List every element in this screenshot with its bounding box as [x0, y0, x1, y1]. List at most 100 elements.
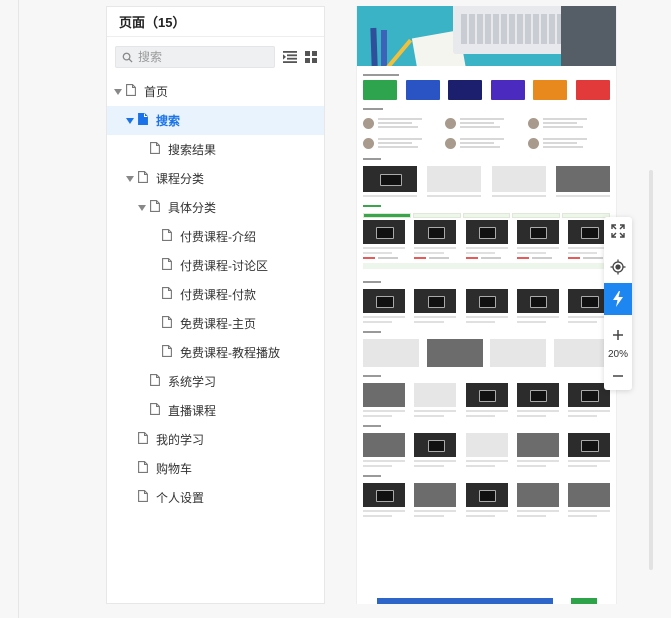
page-icon — [162, 345, 180, 360]
preview-latest-section — [357, 273, 616, 323]
zoom-out-button[interactable] — [604, 365, 632, 387]
collapse-all-button[interactable] — [283, 48, 297, 66]
lightning-icon — [613, 291, 623, 307]
list-indent-icon — [283, 51, 297, 63]
preview-course-card — [363, 220, 405, 259]
preview-teacher-card — [527, 116, 610, 130]
grid-view-button[interactable] — [305, 48, 317, 66]
tree-item-label: 购物车 — [156, 462, 193, 476]
page-icon — [150, 403, 168, 418]
preview-picked-section — [357, 367, 616, 417]
zoom-toolbar: 20% — [604, 217, 632, 390]
tree-item-label: 我的学习 — [156, 433, 205, 447]
tree-item[interactable]: 免费课程-主页 — [107, 309, 324, 338]
canvas-preview[interactable] — [356, 6, 617, 604]
preview-course-card — [414, 383, 457, 417]
preview-course-card — [465, 289, 508, 323]
tree-item[interactable]: 我的学习 — [107, 425, 324, 454]
pages-panel-title: 页面（15） — [107, 7, 324, 37]
preview-course-card — [414, 289, 457, 323]
page-icon — [126, 84, 144, 99]
preview-teacher-card — [445, 136, 527, 150]
preview-course-card — [465, 220, 508, 259]
expand-arrow-icon[interactable] — [125, 174, 135, 184]
zoom-level: 20% — [607, 349, 628, 360]
search-icon — [122, 52, 133, 63]
tree-item[interactable]: 付费课程-讨论区 — [107, 251, 324, 280]
preview-teacher-card — [363, 136, 445, 150]
preview-hero-banner — [357, 6, 616, 66]
preview-course-card — [516, 433, 559, 467]
page-icon — [162, 316, 180, 331]
search-input[interactable] — [138, 50, 258, 64]
tree-item[interactable]: 具体分类 — [107, 193, 324, 222]
tree-item[interactable]: 付费课程-介绍 — [107, 222, 324, 251]
tree-item[interactable]: 购物车 — [107, 454, 324, 483]
preview-teacher-section — [357, 100, 616, 150]
tree-item-label: 具体分类 — [168, 201, 217, 215]
page-icon — [138, 461, 156, 476]
preview-course-card — [516, 483, 559, 517]
preview-category-tile — [448, 80, 483, 100]
preview-course-card — [363, 289, 405, 323]
search-box[interactable] — [115, 46, 275, 68]
tree-item-label: 直播课程 — [168, 404, 217, 418]
pages-panel: 页面（15） 首页搜索搜索结果课程分类具体分类付费课程-介绍付费课程-讨论区付费… — [106, 6, 325, 604]
tree-item[interactable]: 系统学习 — [107, 367, 324, 396]
tree-item[interactable]: 课程分类 — [107, 164, 324, 193]
preview-footer-bar — [377, 598, 553, 604]
expand-arrow-icon[interactable] — [125, 116, 135, 126]
tree-item[interactable]: 直播课程 — [107, 396, 324, 425]
page-icon — [162, 258, 180, 273]
tree-item[interactable]: 个人设置 — [107, 483, 324, 512]
preview-series-section — [357, 323, 616, 367]
page-icon — [162, 229, 180, 244]
locate-button[interactable] — [604, 253, 632, 281]
fit-screen-icon — [611, 224, 625, 238]
tree-item-label: 搜索结果 — [168, 143, 217, 157]
preview-course-card — [465, 483, 508, 517]
tree-item-label: 课程分类 — [156, 172, 205, 186]
preview-course-card — [363, 383, 405, 417]
fit-screen-button[interactable] — [604, 217, 632, 245]
preview-course-section — [357, 197, 616, 269]
tree-item-label: 首页 — [144, 85, 169, 99]
tree-item-label: 付费课程-介绍 — [180, 230, 256, 244]
tree-item-label: 搜索 — [156, 114, 181, 128]
preview-new-section — [357, 417, 616, 467]
tree-item[interactable]: 付费课程-付款 — [107, 280, 324, 309]
page-icon — [162, 287, 180, 302]
preview-course-card — [414, 433, 457, 467]
locate-icon — [610, 259, 626, 275]
preview-course-card — [465, 433, 508, 467]
page-icon — [138, 171, 156, 186]
preview-free-section — [357, 467, 616, 517]
preview-course-card — [363, 483, 405, 517]
zoom-in-icon — [613, 330, 623, 340]
preview-course-card — [414, 483, 457, 517]
tree-item[interactable]: 免费课程-教程播放 — [107, 338, 324, 367]
page-icon — [138, 432, 156, 447]
zoom-in-button[interactable] — [604, 325, 632, 345]
expand-arrow-icon[interactable] — [137, 203, 147, 213]
tree-item-label: 免费课程-主页 — [180, 317, 256, 331]
page-icon — [150, 374, 168, 389]
interaction-mode-button[interactable] — [604, 283, 632, 315]
preview-category-tile — [490, 80, 525, 100]
preview-course-card — [568, 483, 610, 517]
pages-toolbar — [107, 41, 324, 73]
page-icon — [150, 142, 168, 157]
expand-arrow-icon[interactable] — [113, 87, 123, 97]
tree-item[interactable]: 首页 — [107, 77, 324, 106]
preview-course-card — [516, 383, 559, 417]
preview-category-section — [357, 66, 616, 100]
preview-category-tile — [575, 80, 610, 100]
tree-item-label: 系统学习 — [168, 375, 217, 389]
preview-course-card — [516, 220, 559, 259]
tree-item-label: 付费课程-付款 — [180, 288, 256, 302]
left-divider — [18, 0, 19, 618]
page-icon — [150, 200, 168, 215]
tree-item[interactable]: 搜索 — [107, 106, 324, 135]
canvas-scrollbar[interactable] — [649, 170, 653, 570]
tree-item[interactable]: 搜索结果 — [107, 135, 324, 164]
